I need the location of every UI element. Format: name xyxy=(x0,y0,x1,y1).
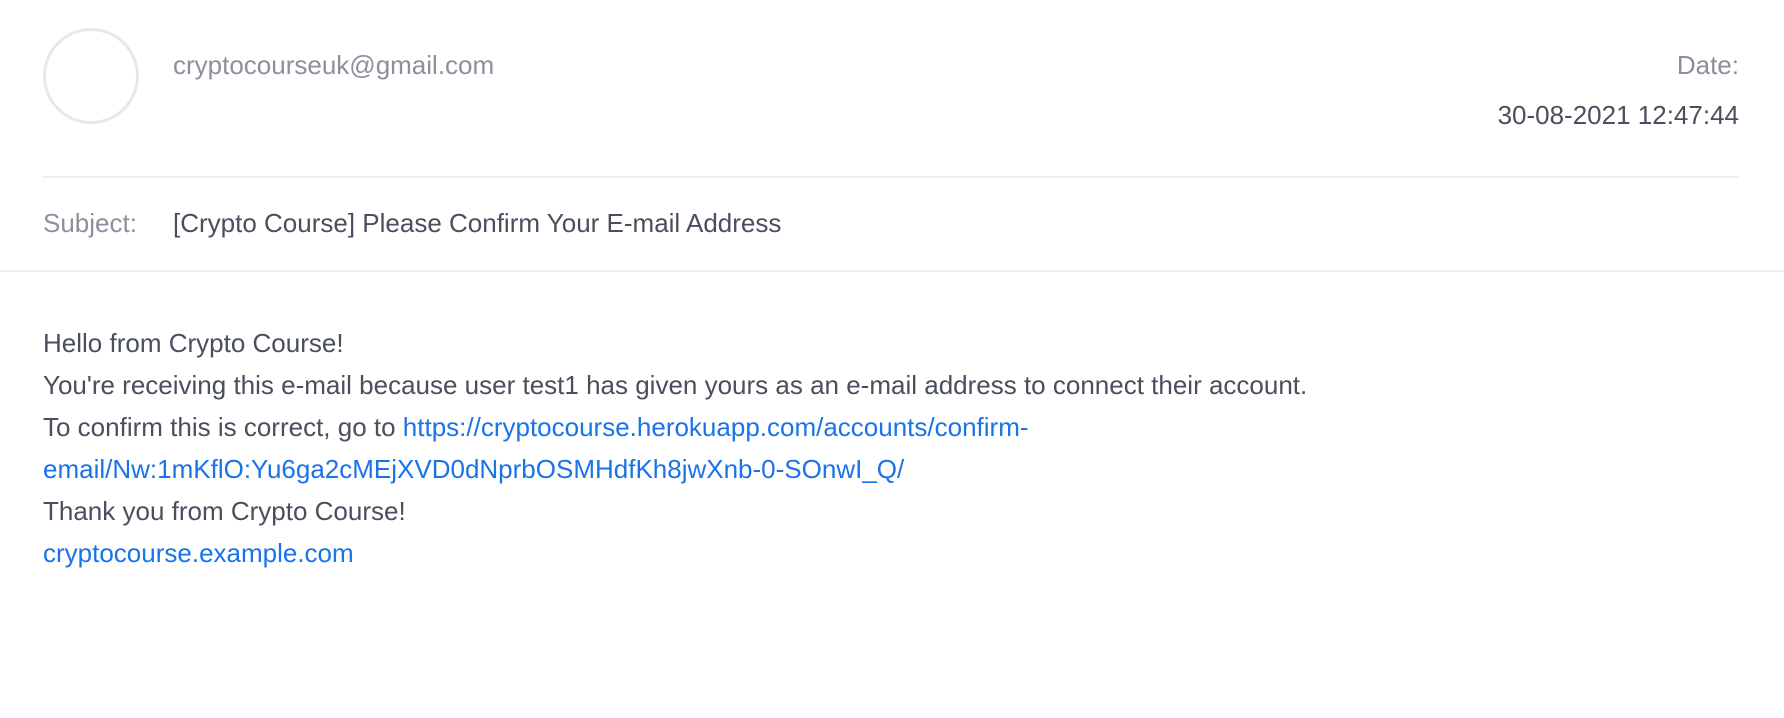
header-divider xyxy=(43,176,1739,178)
site-link[interactable]: cryptocourse.example.com xyxy=(43,538,354,568)
confirm-link-part1[interactable]: https://cryptocourse.herokuapp.com/accou… xyxy=(403,412,1029,442)
subject-text: [Crypto Course] Please Confirm Your E-ma… xyxy=(173,208,782,238)
body-reason: You're receiving this e-mail because use… xyxy=(43,370,1308,400)
sender-avatar xyxy=(43,28,139,124)
email-body: Hello from Crypto Course! You're receivi… xyxy=(43,322,1463,574)
subject-label: Subject: xyxy=(43,208,137,238)
body-confirm-line-2: email/Nw:1mKflO:Yu6ga2cMEjXVD0dNprbOSMHd… xyxy=(43,448,1463,490)
sender-email: cryptocourseuk@gmail.com xyxy=(173,50,495,80)
date-value: 30-08-2021 12:47:44 xyxy=(1497,100,1739,130)
body-greeting: Hello from Crypto Course! xyxy=(43,328,344,358)
body-thanks: Thank you from Crypto Course! xyxy=(43,496,406,526)
body-confirm-line: To confirm this is correct, go to https:… xyxy=(43,406,1463,448)
confirm-prefix: To confirm this is correct, go to xyxy=(43,412,403,442)
date-label: Date: xyxy=(1676,50,1739,80)
body-site-line: cryptocourse.example.com xyxy=(43,532,1463,574)
confirm-link-part2[interactable]: email/Nw:1mKflO:Yu6ga2cMEjXVD0dNprbOSMHd… xyxy=(43,454,904,484)
email-header: cryptocourseuk@gmail.com Date: 30-08-202… xyxy=(0,0,1784,272)
